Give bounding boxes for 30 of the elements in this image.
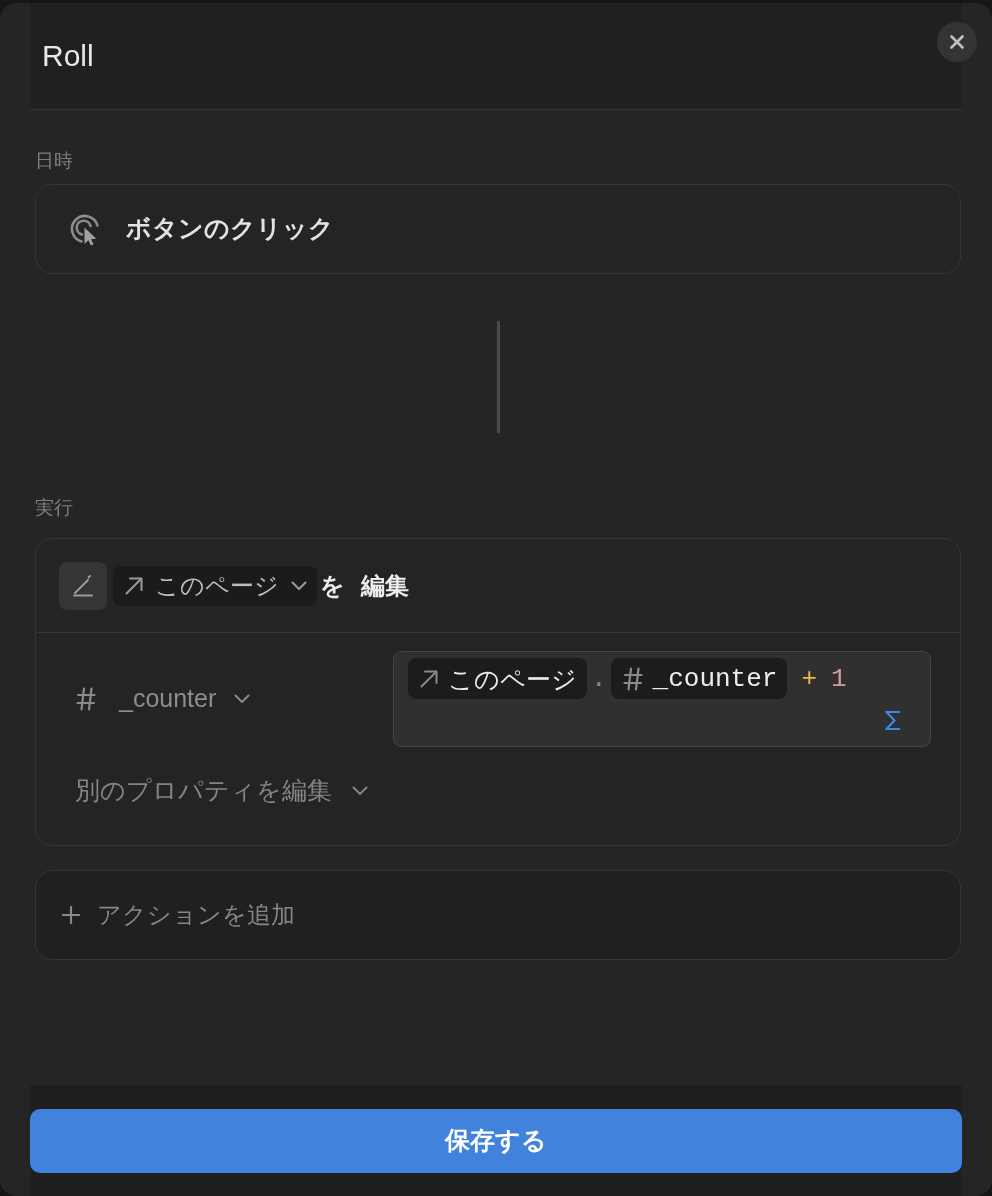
- edit-icon: [59, 561, 107, 610]
- section-label: 日時: [35, 150, 73, 172]
- token-text: _counter: [652, 663, 778, 694]
- trigger-card[interactable]: ボタンのクリック: [35, 184, 961, 274]
- plus-icon: [62, 906, 80, 924]
- edit-other-property-button[interactable]: 別のプロパティを編集: [75, 772, 368, 810]
- number-literal: 1: [831, 663, 847, 694]
- token-text: このページ: [448, 663, 577, 694]
- chevron-down-icon: [291, 580, 307, 591]
- formula-field[interactable]: このページ . _counter + 1: [393, 651, 931, 747]
- chevron-down-icon: [234, 694, 251, 704]
- action-verb: 編集: [361, 570, 409, 601]
- arrow-up-right-icon: [420, 669, 438, 688]
- property-dropdown[interactable]: _counter: [76, 680, 251, 718]
- add-action-button[interactable]: アクションを追加: [35, 870, 961, 960]
- dot-operator: .: [591, 663, 607, 694]
- sigma-icon: [885, 710, 901, 731]
- close-icon: [950, 35, 964, 49]
- save-button[interactable]: 保存する: [30, 1109, 962, 1173]
- hash-icon: [76, 687, 96, 711]
- dialog-title: Roll: [42, 38, 94, 74]
- cursor-click-icon: [68, 212, 102, 246]
- chevron-down-icon: [352, 785, 368, 796]
- plus-operator: +: [801, 663, 818, 694]
- close-button[interactable]: [937, 22, 977, 62]
- arrow-up-right-icon: [125, 576, 143, 595]
- hash-icon: [622, 666, 643, 691]
- action-particle: を: [320, 570, 345, 601]
- section-label: 実行: [35, 497, 73, 519]
- page-dropdown[interactable]: このページ: [113, 565, 317, 606]
